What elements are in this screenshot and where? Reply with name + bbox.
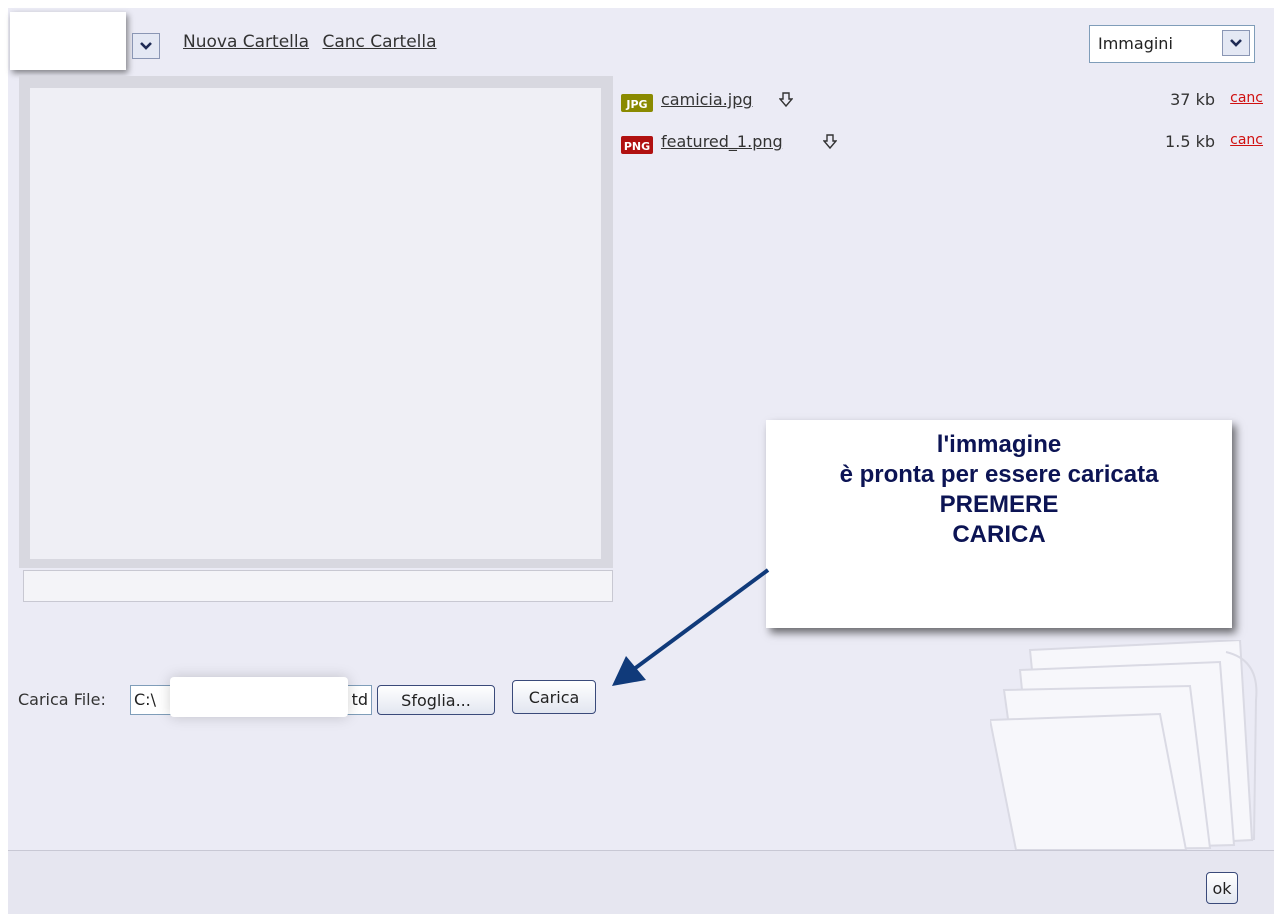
ok-button-label: ok [1212, 878, 1232, 898]
file-name-link[interactable]: camicia.jpg [661, 90, 753, 109]
delete-file-link[interactable]: canc [1230, 90, 1263, 106]
download-arrow-icon[interactable] [823, 134, 837, 150]
instruction-callout: l'immagine è pronta per essere caricata … [766, 420, 1232, 628]
file-name-link[interactable]: featured_1.png [661, 132, 783, 151]
file-type-select[interactable]: Immagini [1089, 25, 1255, 63]
file-size: 37 kb [1170, 90, 1215, 109]
image-preview-area [30, 88, 601, 559]
file-row[interactable]: JPG camicia.jpg 37 kb canc [621, 88, 1267, 116]
upload-path-redaction [170, 677, 348, 717]
chevron-down-icon [140, 42, 152, 50]
file-size: 1.5 kb [1165, 132, 1215, 151]
new-folder-link[interactable]: Nuova Cartella [183, 32, 309, 52]
file-row[interactable]: PNG featured_1.png 1.5 kb canc [621, 130, 1267, 158]
upload-path-end: td [351, 690, 368, 709]
folder-dropdown-button[interactable] [132, 33, 160, 59]
browse-button[interactable]: Sfoglia... [377, 685, 495, 715]
image-preview-frame [19, 76, 613, 568]
upload-label: Carica File: [18, 690, 106, 709]
callout-line: PREMERE [939, 491, 1059, 518]
download-arrow-icon[interactable] [779, 92, 793, 108]
delete-folder-link[interactable]: Canc Cartella [322, 32, 436, 52]
jpg-file-icon: JPG [621, 94, 653, 112]
callout-line: l'immagine [936, 431, 1062, 458]
preview-caption-bar [23, 570, 613, 602]
callout-arrow-icon [612, 568, 770, 686]
png-file-icon: PNG [621, 136, 653, 154]
folder-actions: Nuova Cartella Canc Cartella [183, 32, 445, 52]
ok-button[interactable]: ok [1206, 872, 1238, 904]
upload-path-start: C:\ [134, 690, 156, 709]
file-type-dropdown-button[interactable] [1222, 30, 1250, 56]
upload-button-label: Carica [528, 687, 580, 707]
folder-illustration-icon [990, 640, 1258, 850]
file-icon-label: JPG [625, 98, 647, 111]
browse-button-label: Sfoglia... [401, 690, 471, 710]
upload-button[interactable]: Carica [512, 680, 596, 714]
file-icon-label: PNG [624, 140, 650, 153]
delete-file-link[interactable]: canc [1230, 132, 1263, 148]
folder-select-value-redacted [10, 12, 126, 70]
callout-line: è pronta per essere caricata [839, 461, 1159, 488]
dialog-footer [8, 850, 1274, 914]
callout-line: CARICA [952, 521, 1046, 548]
folder-select[interactable] [10, 12, 166, 70]
chevron-down-icon [1230, 39, 1242, 47]
file-type-value: Immagini [1098, 34, 1173, 53]
